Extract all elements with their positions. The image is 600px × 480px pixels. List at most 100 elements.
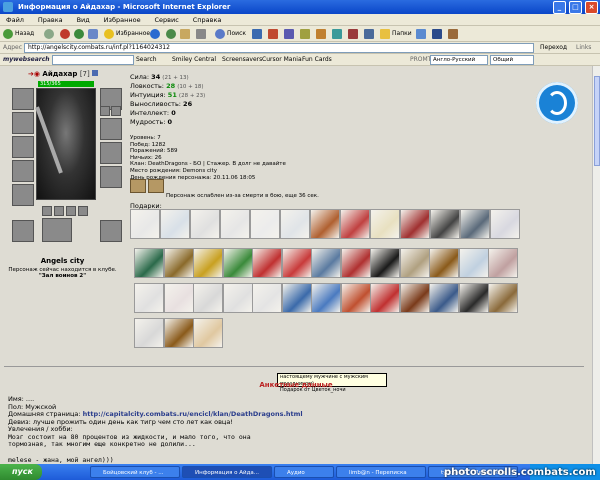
vertical-scrollbar[interactable] — [592, 66, 600, 464]
gift-item[interactable] — [163, 318, 194, 348]
gift-item[interactable] — [340, 209, 370, 239]
links-button[interactable]: Links — [576, 44, 591, 51]
fun-cards-button[interactable]: Fun Cards — [302, 56, 332, 63]
search-button[interactable]: Поиск — [215, 28, 246, 39]
scrollbar-thumb[interactable] — [594, 76, 600, 166]
gift-item[interactable] — [134, 318, 164, 348]
gift-item[interactable] — [222, 283, 253, 313]
gift-item[interactable] — [458, 283, 489, 313]
tool-icon-11[interactable] — [448, 28, 460, 39]
gift-item[interactable] — [252, 248, 282, 278]
slot-bag-3[interactable] — [66, 206, 76, 216]
mws-search-button[interactable]: Search — [136, 56, 157, 63]
gift-item[interactable] — [311, 248, 341, 278]
slot-armor[interactable] — [12, 160, 34, 182]
weakness-icon[interactable] — [148, 179, 164, 193]
slot-bag-4[interactable] — [78, 206, 88, 216]
gift-item[interactable] — [340, 248, 371, 278]
gift-item[interactable] — [193, 318, 223, 348]
gift-item[interactable] — [193, 283, 223, 313]
stop-button[interactable] — [60, 28, 72, 39]
gift-item[interactable] — [399, 248, 430, 278]
forward-button[interactable] — [44, 28, 56, 39]
address-input[interactable]: http://angelscity.combats.ru/inf.pl?1164… — [24, 43, 534, 53]
menu-view[interactable]: Вид — [71, 14, 96, 24]
slot-ring-1[interactable] — [100, 106, 110, 116]
gift-item[interactable] — [163, 248, 194, 278]
refresh-button[interactable] — [74, 28, 86, 39]
tool-icon-7[interactable] — [348, 28, 360, 39]
tool-icon-4[interactable] — [300, 28, 312, 39]
gift-item[interactable] — [400, 209, 430, 239]
gift-item[interactable] — [222, 248, 253, 278]
tool-icon-2[interactable] — [268, 28, 280, 39]
tool-icon-3[interactable] — [284, 28, 296, 39]
back-button[interactable]: Назад — [3, 28, 34, 39]
gift-item[interactable] — [430, 209, 460, 239]
site-logo[interactable] — [536, 82, 578, 124]
slot-bracers[interactable] — [12, 112, 34, 134]
close-button[interactable]: × — [585, 1, 598, 14]
slot-ring-2[interactable] — [111, 106, 121, 116]
menu-tools[interactable]: Сервис — [149, 14, 185, 24]
gift-item[interactable] — [160, 209, 190, 239]
screensavers-button[interactable]: Screensavers — [222, 56, 262, 63]
cursor-mania-button[interactable]: Cursor Mania — [262, 56, 302, 63]
favorites-button[interactable]: Избранное — [104, 28, 150, 39]
slot-weapon[interactable] — [12, 136, 34, 158]
window-titlebar[interactable]: Информация о Айдахар - Microsoft Interne… — [0, 0, 600, 14]
minimize-button[interactable]: _ — [552, 1, 566, 14]
slot-boots[interactable] — [100, 220, 122, 242]
slot-gloves[interactable] — [100, 142, 122, 164]
print-button[interactable] — [196, 28, 208, 39]
gift-item[interactable] — [370, 209, 400, 239]
smiley-central-button[interactable]: Smiley Central — [172, 56, 216, 63]
gift-item[interactable] — [281, 248, 312, 278]
gift-item[interactable] — [458, 248, 489, 278]
info-icon[interactable] — [92, 70, 99, 76]
gift-item[interactable] — [340, 283, 371, 313]
gift-item[interactable] — [250, 209, 280, 239]
tool-icon-5[interactable] — [316, 28, 328, 39]
slot-bag-2[interactable] — [54, 206, 64, 216]
menu-help[interactable]: Справка — [187, 14, 228, 24]
gift-item[interactable] — [281, 283, 312, 313]
slot-helmet[interactable] — [12, 88, 34, 110]
slot-amulet[interactable] — [100, 118, 122, 140]
gift-item[interactable] — [134, 283, 164, 313]
slot-bag-1[interactable] — [42, 206, 52, 216]
menu-favorites[interactable]: Избранное — [98, 14, 147, 24]
media-button[interactable] — [150, 28, 162, 39]
start-button[interactable]: пуск — [0, 464, 42, 480]
slot-legs[interactable] — [42, 218, 72, 242]
gift-item[interactable] — [429, 248, 459, 278]
task-combats[interactable]: Бойцовский клуб - ... — [90, 466, 180, 478]
trauma-icon[interactable] — [130, 179, 146, 193]
gift-item[interactable] — [163, 283, 194, 313]
gift-item[interactable] — [429, 283, 459, 313]
mail-button[interactable] — [180, 28, 192, 39]
topic-select[interactable]: Общий — [490, 55, 534, 65]
slot-belt[interactable] — [12, 184, 34, 206]
task-chat-1[interactable]: limb@n - Переписка — [336, 466, 426, 478]
gift-item[interactable] — [488, 248, 518, 278]
tool-icon-6[interactable] — [332, 28, 344, 39]
gift-item[interactable] — [130, 209, 160, 239]
slot-shield[interactable] — [100, 166, 122, 188]
maximize-button[interactable]: □ — [568, 1, 582, 14]
gift-item[interactable] — [370, 248, 400, 278]
homepage-link[interactable]: http://capitalcity.combats.ru/encicl/kla… — [83, 410, 303, 418]
mywebsearch-input[interactable] — [52, 55, 134, 65]
gift-item[interactable] — [370, 283, 400, 313]
gift-item[interactable] — [252, 283, 282, 313]
folders-button[interactable]: Папки — [380, 28, 412, 39]
history-button[interactable] — [166, 28, 178, 39]
menu-edit[interactable]: Правка — [32, 14, 69, 24]
gift-item[interactable] — [220, 209, 250, 239]
gift-item[interactable] — [399, 283, 430, 313]
gift-item[interactable] — [134, 248, 164, 278]
gift-item[interactable] — [190, 209, 220, 239]
gift-item[interactable] — [460, 209, 490, 239]
home-button[interactable] — [88, 28, 100, 39]
menu-file[interactable]: Файл — [0, 14, 30, 24]
